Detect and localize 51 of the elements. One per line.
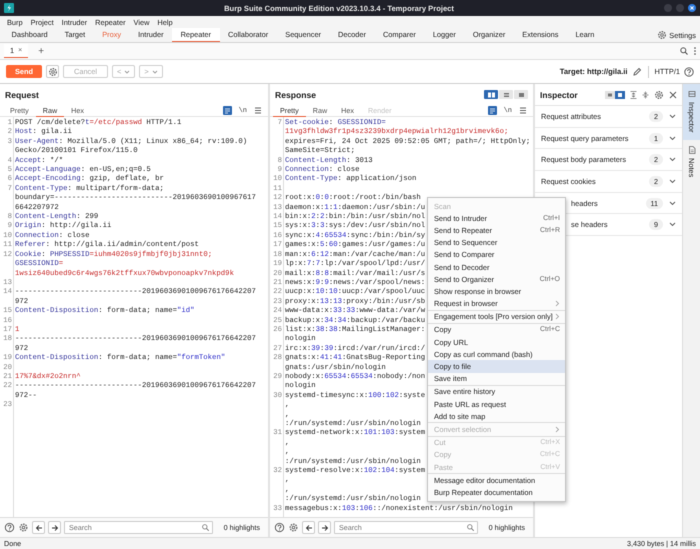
layout-icon xyxy=(516,90,526,98)
layout-icon xyxy=(502,90,510,98)
add-tab-button[interactable]: + xyxy=(38,46,44,56)
layout-toggle[interactable] xyxy=(484,90,498,99)
note-icon xyxy=(688,146,696,154)
left-arrow-icon xyxy=(34,524,42,532)
menu-icon[interactable] xyxy=(254,107,262,114)
pretty-print-icon[interactable] xyxy=(488,106,497,115)
settings-button[interactable] xyxy=(46,65,59,78)
chevron-down-icon[interactable] xyxy=(669,114,676,119)
search-icon xyxy=(466,524,474,531)
panel-toggle-icon[interactable] xyxy=(605,90,625,98)
expand-icon[interactable] xyxy=(630,90,637,98)
back-button[interactable] xyxy=(32,521,45,534)
settings-icon xyxy=(48,66,58,76)
pretty-print-icon[interactable] xyxy=(222,106,232,115)
inspector-icon xyxy=(688,90,696,98)
close-icon[interactable] xyxy=(688,4,696,12)
caret-icon xyxy=(124,68,130,74)
forward-button[interactable] xyxy=(318,521,331,534)
right-arrow-icon xyxy=(320,524,328,532)
chevron-down-icon[interactable] xyxy=(669,200,676,206)
chevron-down-icon[interactable] xyxy=(669,157,676,162)
right-arrow-icon xyxy=(50,524,58,532)
search-icon xyxy=(202,524,209,531)
settings-icon xyxy=(657,30,668,40)
help-icon[interactable] xyxy=(4,522,15,533)
edit-icon[interactable] xyxy=(632,66,642,76)
layout-toggle[interactable] xyxy=(499,90,513,99)
forward-button[interactable] xyxy=(48,521,61,534)
help-icon[interactable] xyxy=(274,522,285,533)
settings-icon[interactable] xyxy=(18,522,29,533)
chevron-down-icon[interactable] xyxy=(669,136,676,141)
collapse-icon[interactable] xyxy=(642,90,649,98)
pane-title: Response xyxy=(275,90,316,100)
layout-toggle[interactable] xyxy=(514,90,528,99)
app-logo-icon xyxy=(4,3,14,13)
pane-title: Request xyxy=(5,90,39,100)
menu-icon[interactable] xyxy=(519,107,527,114)
left-arrow-icon xyxy=(304,524,312,532)
settings-icon[interactable] xyxy=(654,90,664,100)
search-icon[interactable] xyxy=(680,47,688,55)
inspector-title: Inspector xyxy=(540,90,578,100)
layout-icon xyxy=(486,90,496,98)
chevron-down-icon[interactable] xyxy=(669,222,676,228)
caret-icon xyxy=(152,68,158,74)
back-button[interactable] xyxy=(302,521,315,534)
settings-icon[interactable] xyxy=(288,522,299,533)
help-icon[interactable] xyxy=(684,66,694,76)
close-icon[interactable] xyxy=(669,90,677,98)
chevron-down-icon[interactable] xyxy=(669,178,676,184)
